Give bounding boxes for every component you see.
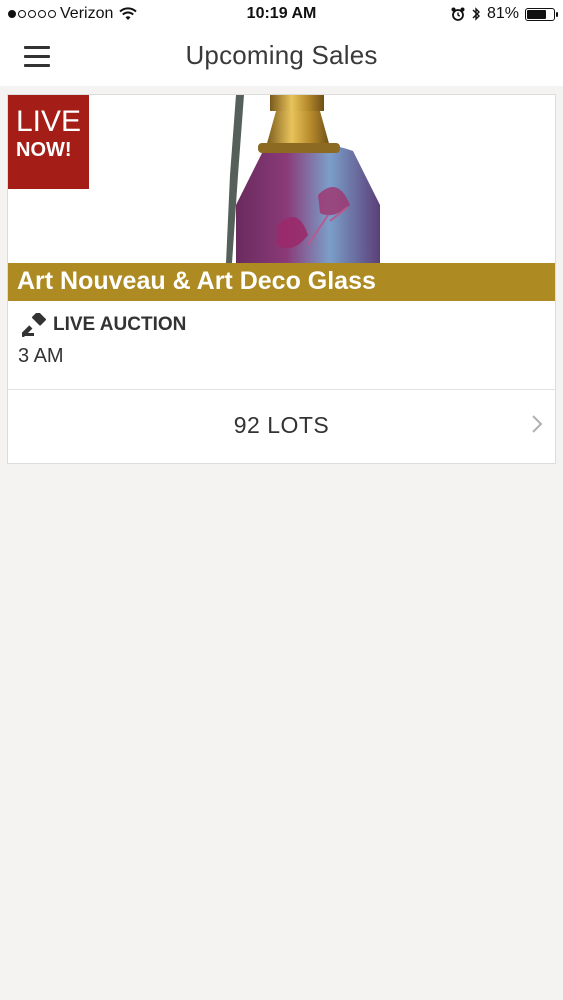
sale-type: LIVE AUCTION: [22, 313, 186, 337]
alarm-icon: [451, 7, 465, 21]
status-bar: Verizon 10:19 AM 81%: [0, 0, 563, 30]
nav-bar: Upcoming Sales: [0, 30, 563, 86]
sale-image[interactable]: LIVE NOW! Art Nouveau & Art Deco Glass: [8, 95, 555, 301]
badge-line-1: LIVE: [16, 105, 82, 138]
sale-type-label: LIVE AUCTION: [53, 314, 187, 335]
lots-button[interactable]: 92 LOTS: [8, 390, 555, 463]
sale-time: 3 AM: [18, 345, 64, 367]
battery-icon: [525, 7, 558, 21]
battery-fill: [527, 9, 547, 19]
battery-percent: 81%: [486, 5, 519, 22]
status-right: 81%: [451, 5, 558, 23]
badge-line-2: NOW!: [16, 139, 72, 161]
lots-count: 92 LOTS: [233, 412, 330, 438]
bluetooth-icon: [472, 7, 480, 21]
page-title: Upcoming Sales: [185, 40, 378, 70]
live-now-badge: LIVE NOW!: [8, 95, 89, 189]
sale-card[interactable]: LIVE NOW! Art Nouveau & Art Deco Glass L…: [7, 94, 556, 464]
chevron-right-icon: [532, 415, 543, 433]
sale-title-band[interactable]: Art Nouveau & Art Deco Glass: [8, 263, 555, 301]
gavel-icon: [22, 313, 47, 337]
sale-title[interactable]: Art Nouveau & Art Deco Glass: [17, 267, 376, 296]
